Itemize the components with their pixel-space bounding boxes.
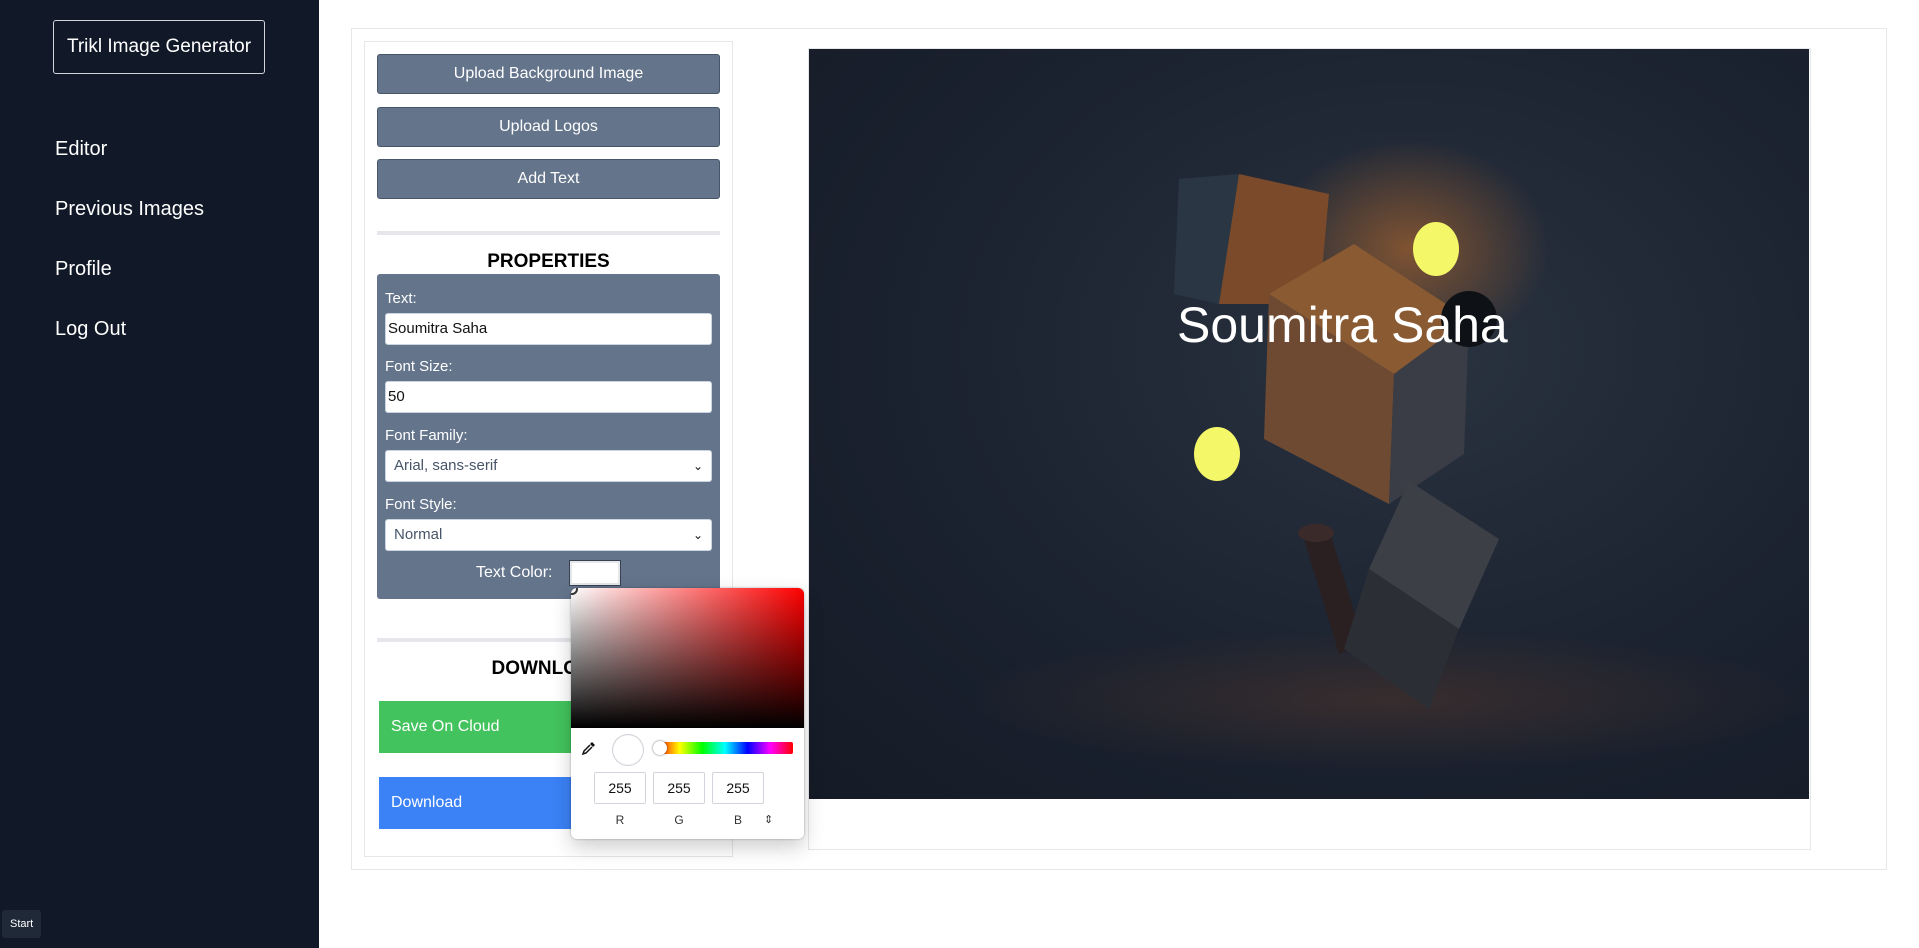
nav-item-editor[interactable]: Editor <box>55 132 204 192</box>
chevron-down-icon: ⌄ <box>692 459 703 473</box>
green-label: G <box>674 813 684 827</box>
background-image <box>969 139 1809 769</box>
font-family-label: Font Family: <box>385 427 468 444</box>
font-family-value: Arial, sans-serif <box>394 457 498 474</box>
text-label: Text: <box>385 290 417 307</box>
brand-logo[interactable]: Trikl Image Generator <box>53 20 265 74</box>
text-input[interactable]: Soumitra Saha <box>385 313 712 345</box>
font-family-select[interactable]: Arial, sans-serif ⌄ <box>385 450 712 482</box>
hue-slider-thumb[interactable] <box>653 741 667 755</box>
text-color-label: Text Color: <box>476 564 553 581</box>
save-on-cloud-button[interactable]: Save On Cloud <box>379 701 579 753</box>
hue-slider[interactable] <box>653 741 793 755</box>
divider <box>377 231 720 235</box>
add-text-button[interactable]: Add Text <box>377 159 720 199</box>
sidebar: Trikl Image Generator Editor Previous Im… <box>0 0 319 948</box>
saturation-cursor[interactable] <box>571 588 578 595</box>
eyedropper-icon[interactable] <box>581 740 597 761</box>
properties-title: PROPERTIES <box>487 251 610 272</box>
logo-circle[interactable] <box>1413 222 1459 276</box>
font-style-label: Font Style: <box>385 496 457 513</box>
red-label: R <box>615 813 625 827</box>
nav-item-previous-images[interactable]: Previous Images <box>55 192 204 252</box>
red-input[interactable]: 255 <box>594 772 646 804</box>
font-size-input[interactable]: 50 <box>385 381 712 413</box>
nav-item-profile[interactable]: Profile <box>55 252 204 312</box>
download-button[interactable]: Download <box>379 777 579 829</box>
start-button[interactable]: Start <box>2 910 42 938</box>
image-canvas[interactable]: Soumitra Saha <box>809 49 1809 799</box>
color-preview <box>612 734 644 766</box>
sidebar-nav: Editor Previous Images Profile Log Out <box>55 132 204 372</box>
chevron-down-icon: ⌄ <box>692 528 703 542</box>
color-picker: 255 255 255 R G B ⇕ <box>571 588 804 839</box>
logo-circle[interactable] <box>1194 427 1240 481</box>
canvas-text-layer[interactable]: Soumitra Saha <box>1177 296 1508 354</box>
text-color-swatch[interactable] <box>569 560 621 586</box>
nav-item-log-out[interactable]: Log Out <box>55 312 204 372</box>
chevron-updown-icon[interactable]: ⇕ <box>764 813 773 826</box>
font-style-select[interactable]: Normal ⌄ <box>385 519 712 551</box>
blue-label: B <box>733 813 742 827</box>
blue-input[interactable]: 255 <box>712 772 764 804</box>
saturation-area[interactable] <box>571 588 804 728</box>
upload-logos-button[interactable]: Upload Logos <box>377 107 720 147</box>
upload-background-button[interactable]: Upload Background Image <box>377 54 720 94</box>
font-style-value: Normal <box>394 526 443 543</box>
green-input[interactable]: 255 <box>653 772 705 804</box>
font-size-label: Font Size: <box>385 358 453 375</box>
